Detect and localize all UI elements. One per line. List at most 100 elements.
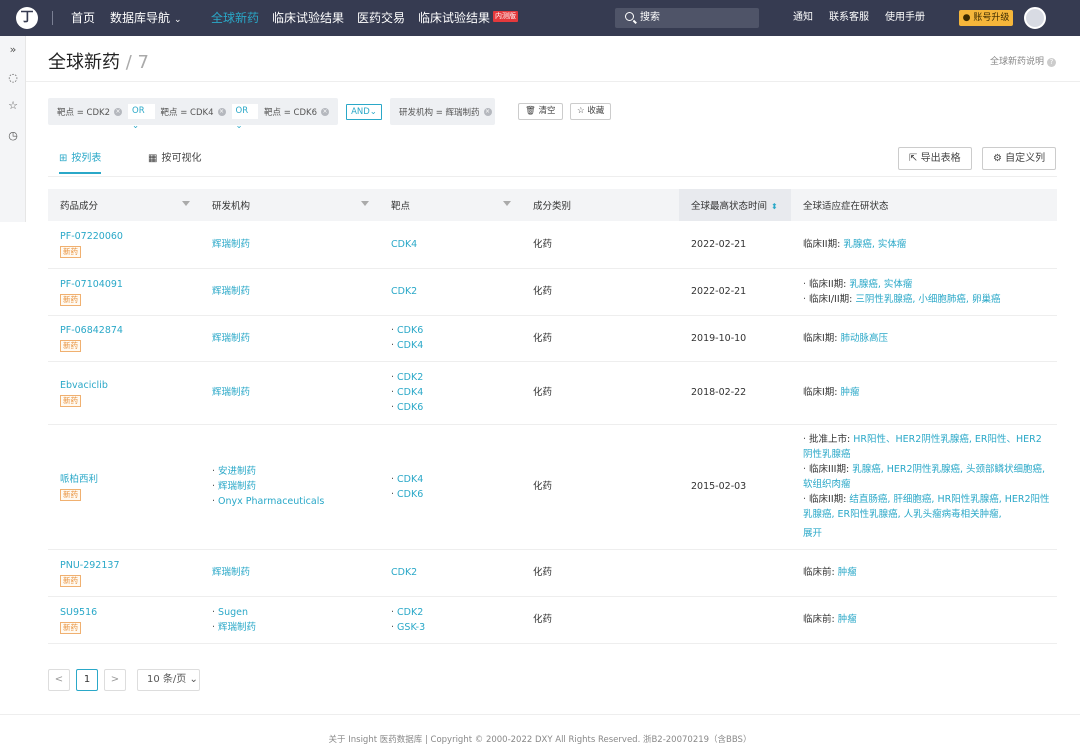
indication-link[interactable]: 肺动脉高压: [841, 333, 889, 344]
drug-name-link[interactable]: PNU-292137: [60, 558, 194, 573]
target-link[interactable]: CDK2: [391, 567, 417, 578]
target-link[interactable]: CDK4: [391, 239, 417, 250]
search-input[interactable]: 搜索: [615, 8, 759, 28]
filter-tag[interactable]: 研发机构 = 辉瑞制药 ×: [399, 106, 492, 118]
target-link[interactable]: GSK-3: [391, 620, 515, 635]
org-filter-group: 研发机构 = 辉瑞制药 ×: [390, 98, 495, 125]
drug-name-link[interactable]: SU9516: [60, 605, 194, 620]
filter-tag[interactable]: 靶点 = CDK6 ×: [264, 106, 329, 118]
service-link[interactable]: 联系客服: [829, 0, 869, 36]
org-link[interactable]: 辉瑞制药: [212, 620, 373, 635]
org-link[interactable]: 辉瑞制药: [212, 387, 250, 398]
and-select[interactable]: AND⌄: [346, 104, 382, 120]
target-link[interactable]: CDK4: [391, 472, 515, 487]
indication-link[interactable]: 肿瘤: [838, 567, 857, 578]
page-1-button[interactable]: 1: [76, 669, 98, 691]
expand-link[interactable]: 展开: [803, 526, 1051, 541]
drug-name-link[interactable]: 哌柏西利: [60, 472, 194, 487]
stage-label: 临床I/II期:: [809, 293, 856, 305]
target-link[interactable]: CDK6: [391, 487, 515, 502]
indication-link[interactable]: 肿瘤: [838, 614, 857, 625]
org-link[interactable]: Onyx Pharmaceuticals: [212, 494, 373, 509]
nav-global-drugs[interactable]: 全球新药: [211, 0, 259, 36]
custom-columns-label: 自定义列: [1005, 153, 1046, 164]
and-label: AND: [351, 107, 370, 117]
org-link[interactable]: Sugen: [212, 605, 373, 620]
remove-icon[interactable]: ×: [114, 107, 122, 116]
avatar[interactable]: [1024, 7, 1046, 29]
drug-name-link[interactable]: PF-07220060: [60, 229, 194, 244]
nav-home[interactable]: 首页: [71, 0, 95, 36]
org-link[interactable]: 辉瑞制药: [212, 567, 250, 578]
logo-icon[interactable]: 丁: [16, 7, 38, 29]
tab-visual[interactable]: ▦ 按可视化: [148, 152, 201, 174]
custom-columns-button[interactable]: ⚙ 自定义列: [982, 147, 1057, 170]
next-page-button[interactable]: >: [104, 669, 126, 691]
indication-link[interactable]: 乳腺癌, 实体瘤: [843, 239, 906, 250]
nav-clinical-results[interactable]: 临床试验结果: [272, 0, 344, 36]
target-link[interactable]: CDK6: [391, 323, 515, 338]
tab-list[interactable]: ⊞ 按列表: [59, 152, 102, 174]
or-select[interactable]: OR ⌄: [231, 104, 258, 131]
page-size-select[interactable]: 10 条/页 ⌄: [137, 669, 200, 691]
status-line: 临床II期: 乳腺癌, 实体瘤: [803, 237, 1051, 252]
comment-icon[interactable]: ◌: [7, 72, 19, 84]
or-label: OR: [132, 106, 145, 116]
cell-category: 化药: [521, 361, 679, 425]
target-link[interactable]: CDK4: [391, 338, 515, 353]
nav-clinical-results-beta[interactable]: 临床试验结果 内测版: [418, 0, 519, 36]
filter-tag-label: 靶点 = CDK6: [264, 107, 317, 118]
target-link[interactable]: CDK4: [391, 385, 515, 400]
cell-status: 临床前: 肿瘤: [791, 596, 1057, 644]
or-select[interactable]: OR ⌄: [128, 104, 155, 131]
remove-icon[interactable]: ×: [321, 107, 329, 116]
help-link[interactable]: 全球新药说明?: [990, 54, 1056, 67]
nav-database-label: 数据库导航: [110, 11, 171, 25]
nav-deals[interactable]: 医药交易: [357, 0, 405, 36]
org-link[interactable]: 辉瑞制药: [212, 333, 250, 344]
target-link[interactable]: CDK2: [391, 605, 515, 620]
target-link[interactable]: CDK2: [391, 286, 417, 297]
indication-link[interactable]: 三阴性乳腺癌, 小细胞肺癌, 卵巢癌: [855, 294, 1000, 305]
clear-button[interactable]: 🗑 清空: [518, 103, 563, 120]
filter-tag[interactable]: 靶点 = CDK2 ×: [57, 106, 122, 118]
nav-database[interactable]: 数据库导航 ⌄: [110, 0, 182, 36]
target-link[interactable]: CDK2: [391, 370, 515, 385]
cell-date: [679, 596, 791, 644]
drug-name-link[interactable]: PF-07104091: [60, 277, 194, 292]
star-icon[interactable]: ☆: [7, 100, 19, 112]
drug-name-link[interactable]: PF-06842874: [60, 323, 194, 338]
collect-button[interactable]: ☆ 收藏: [570, 103, 612, 120]
header-label: 成分类别: [533, 201, 572, 212]
drug-name-link[interactable]: Ebvaciclib: [60, 378, 194, 393]
org-link[interactable]: 辉瑞制药: [212, 239, 250, 250]
header-label: 全球适应症在研状态: [803, 201, 889, 212]
org-link[interactable]: 辉瑞制药: [212, 479, 373, 494]
org-link[interactable]: 辉瑞制药: [212, 286, 250, 297]
history-icon[interactable]: ◷: [7, 130, 19, 142]
indication-link[interactable]: 乳腺癌, 实体瘤: [849, 279, 912, 290]
notify-link[interactable]: 通知: [793, 0, 813, 36]
remove-icon[interactable]: ×: [483, 107, 492, 116]
filter-icon[interactable]: [361, 201, 369, 206]
upgrade-label: 账号升级: [973, 13, 1010, 23]
cell-date: 2022-02-21: [679, 268, 791, 316]
export-button[interactable]: ⇱ 导出表格: [898, 147, 972, 170]
new-drug-badge: 新药: [60, 488, 81, 501]
indication-link[interactable]: 肿瘤: [841, 387, 860, 398]
remove-icon[interactable]: ×: [217, 107, 226, 116]
target-link[interactable]: CDK6: [391, 400, 515, 415]
upgrade-button[interactable]: ● 账号升级: [959, 10, 1013, 26]
filter-tag[interactable]: 靶点 = CDK4 ×: [161, 106, 226, 118]
org-link[interactable]: 安进制药: [212, 464, 373, 479]
filter-icon[interactable]: [503, 201, 511, 206]
nav-clinical-results-beta-label: 临床试验结果: [418, 11, 491, 25]
header-date[interactable]: 全球最高状态时间 ⬍: [679, 189, 791, 221]
prev-page-button[interactable]: <: [48, 669, 70, 691]
cell-drug: PF-07220060 新药: [48, 221, 200, 269]
manual-link[interactable]: 使用手册: [885, 0, 925, 36]
cell-target: CDK2CDK4CDK6: [379, 361, 521, 425]
filter-icon[interactable]: [182, 201, 190, 206]
expand-icon[interactable]: »: [7, 44, 19, 56]
sort-icon[interactable]: ⬍: [771, 202, 778, 211]
